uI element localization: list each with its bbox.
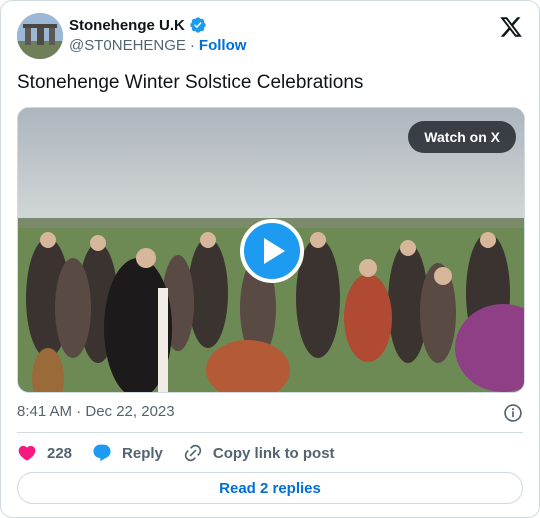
copy-link-button[interactable]: Copy link to post <box>183 443 335 463</box>
separator: · <box>189 37 195 54</box>
handle-row: @ST0NEHENGE · Follow <box>69 37 246 54</box>
copy-link-label: Copy link to post <box>212 444 335 462</box>
read-replies-button[interactable]: Read 2 replies <box>17 472 523 504</box>
reply-button[interactable]: Reply <box>92 443 163 463</box>
play-button[interactable] <box>240 219 304 283</box>
name-row: Stonehenge U.K <box>69 16 207 34</box>
info-icon[interactable] <box>503 403 523 423</box>
embedded-post-card: Stonehenge U.K @ST0NEHENGE · Follow Ston… <box>0 0 540 518</box>
heart-icon <box>18 445 36 461</box>
handle[interactable]: @ST0NEHENGE <box>69 37 186 54</box>
watch-on-x-button[interactable]: Watch on X <box>408 121 516 153</box>
post-header: Stonehenge U.K @ST0NEHENGE · Follow <box>17 13 523 61</box>
like-count: 228 <box>47 444 73 462</box>
display-name[interactable]: Stonehenge U.K <box>69 17 185 34</box>
post-text: Stonehenge Winter Solstice Celebrations <box>17 72 364 93</box>
video-player[interactable]: Watch on X <box>17 107 525 393</box>
avatar-image <box>17 13 63 59</box>
post-meta: 8:41 AM · Dec 22, 2023 <box>17 403 523 423</box>
verified-badge-icon <box>190 17 206 33</box>
action-bar: 228 Reply Copy link to post <box>17 441 355 465</box>
avatar[interactable] <box>17 13 63 59</box>
timestamp[interactable]: 8:41 AM · Dec 22, 2023 <box>17 403 175 420</box>
x-logo-icon[interactable] <box>499 15 523 39</box>
like-button[interactable]: 228 <box>17 443 72 463</box>
link-icon <box>184 444 202 462</box>
follow-button[interactable]: Follow <box>199 37 247 54</box>
reply-label: Reply <box>122 444 163 462</box>
divider <box>17 432 523 433</box>
play-icon <box>264 238 285 264</box>
reply-bubble-icon <box>93 444 111 462</box>
